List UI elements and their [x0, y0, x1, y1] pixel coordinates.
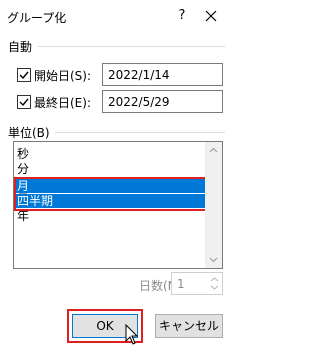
list-item-months[interactable]: 月 — [14, 179, 207, 193]
close-icon[interactable] — [201, 6, 221, 26]
unit-group-divider — [55, 132, 225, 133]
list-item-seconds[interactable]: 秒 — [14, 147, 207, 161]
cancel-button[interactable]: キャンセル — [155, 314, 223, 338]
list-item-minutes[interactable]: 分 — [14, 162, 207, 176]
days-spinner: 1 — [171, 272, 223, 295]
help-button[interactable]: ? — [172, 6, 192, 26]
mouse-cursor-icon — [125, 323, 139, 349]
scroll-down-icon[interactable] — [205, 251, 222, 268]
start-date-input[interactable]: 2022/1/14 — [102, 63, 223, 86]
auto-group-divider — [38, 46, 225, 47]
unit-group-label: 単位(B) — [8, 126, 50, 140]
scroll-up-icon[interactable] — [205, 142, 222, 159]
end-date-label: 最終日(E): — [34, 96, 91, 110]
dialog-title: グループ化 — [7, 11, 67, 25]
list-item-years[interactable]: 年 — [14, 209, 207, 223]
start-date-label: 開始日(S): — [34, 69, 92, 83]
auto-group-label: 自動 — [8, 40, 33, 54]
title-bar: グループ化 ? — [0, 0, 235, 33]
end-date-input[interactable]: 2022/5/29 — [102, 90, 223, 113]
days-spin-buttons — [207, 273, 222, 294]
end-date-checkbox[interactable] — [17, 95, 31, 109]
days-value: 1 — [177, 277, 185, 291]
grouping-dialog: グループ化 ? 自動 開始日(S): 2022/1/14 最終日(E): 202… — [0, 0, 235, 350]
unit-listbox[interactable]: 秒 分 時 日 月 四半期 年 — [13, 141, 223, 269]
start-date-checkbox[interactable] — [17, 68, 31, 82]
listbox-scrollbar[interactable] — [205, 142, 222, 268]
list-item-quarters[interactable]: 四半期 — [14, 194, 207, 208]
